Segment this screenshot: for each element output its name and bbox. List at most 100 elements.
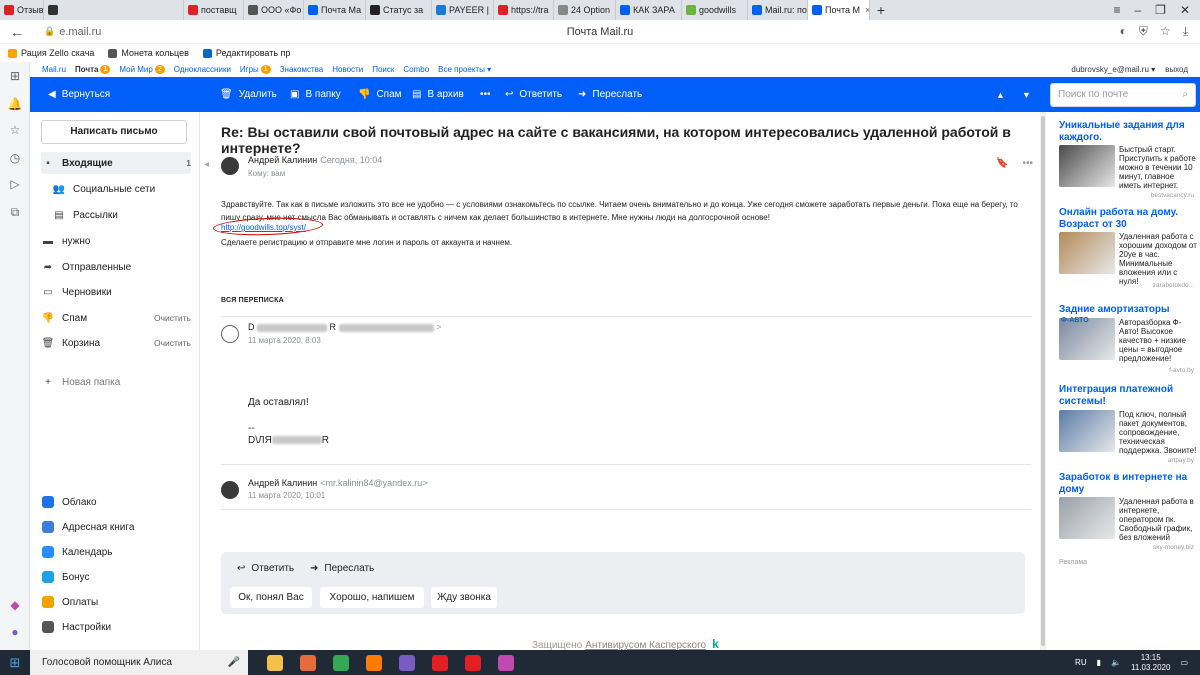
assistant-icon[interactable]: ● bbox=[7, 624, 23, 640]
browser-tab[interactable]: Почта М × bbox=[808, 0, 870, 20]
lock-icon[interactable]: 🔒 bbox=[44, 26, 55, 37]
portal-link[interactable]: Почта 1 bbox=[75, 65, 111, 74]
folder-item[interactable]: 🗑 Корзина Очистить bbox=[41, 332, 191, 354]
taskbar-app[interactable] bbox=[390, 650, 423, 675]
extension-icon[interactable]: ◐ bbox=[1120, 24, 1127, 39]
ad-image[interactable] bbox=[1059, 232, 1115, 274]
archive-button[interactable]: ▤ В архив bbox=[412, 89, 464, 100]
taskbar-app[interactable] bbox=[291, 650, 324, 675]
letter-sender[interactable]: Андрей Калинин Сегодня, 10:04 bbox=[248, 155, 382, 165]
service-link[interactable]: Оплаты bbox=[42, 593, 98, 611]
taskbar-app[interactable] bbox=[456, 650, 489, 675]
logout-link[interactable]: выход bbox=[1165, 65, 1188, 74]
service-link[interactable]: Адресная книга bbox=[42, 518, 134, 536]
new-tab-icon[interactable]: + bbox=[870, 0, 892, 20]
ad-title-link[interactable]: Уникальные задания для каждого. bbox=[1059, 120, 1199, 144]
folder-item[interactable]: 👥 Социальные сети bbox=[52, 178, 191, 200]
prev-letter-icon[interactable]: ▲ bbox=[996, 90, 1005, 100]
portal-link[interactable]: Mail.ru bbox=[42, 65, 66, 74]
folder-item[interactable]: ▪ Входящие 1 bbox=[41, 152, 191, 174]
browser-tab[interactable]: Статус за bbox=[366, 0, 432, 20]
ad-title-link[interactable]: Заработок в интернете на дому bbox=[1059, 472, 1199, 496]
avatar[interactable] bbox=[221, 325, 239, 343]
ad-image[interactable] bbox=[1059, 145, 1115, 187]
back-arrow-icon[interactable]: ← bbox=[10, 24, 34, 40]
download-icon[interactable]: ⤓ bbox=[1183, 24, 1188, 39]
volume-icon[interactable]: 🔈 bbox=[1111, 658, 1121, 667]
history-icon[interactable]: ◷ bbox=[7, 150, 23, 166]
quick-reply-button[interactable]: Жду звонка bbox=[431, 587, 497, 608]
bookmark-item[interactable]: Рация Zello скача bbox=[8, 48, 94, 58]
browser-tab[interactable]: Mail.ru: по bbox=[748, 0, 808, 20]
taskbar-app[interactable] bbox=[258, 650, 291, 675]
mail-search-input[interactable]: Поиск по почте ⌕ bbox=[1050, 83, 1196, 107]
language-indicator[interactable]: RU bbox=[1075, 658, 1087, 667]
screenshot-icon[interactable]: ⧉ bbox=[7, 204, 23, 220]
notifications-icon[interactable]: ▭ bbox=[1180, 658, 1188, 667]
browser-tab[interactable]: Почта Ма bbox=[304, 0, 366, 20]
maximize-icon[interactable]: ❐ bbox=[1155, 0, 1166, 20]
network-icon[interactable]: ▮ bbox=[1097, 658, 1101, 667]
folder-item[interactable]: ▤ Рассылки bbox=[52, 204, 191, 226]
account-menu[interactable]: dubrovsky_e@mail.ru ▾ bbox=[1071, 65, 1155, 74]
browser-tab[interactable] bbox=[44, 0, 184, 20]
spam-button[interactable]: 👎 Спам bbox=[358, 89, 402, 100]
letter-link[interactable]: http://goodwills.top/syst/ bbox=[221, 223, 306, 232]
move-to-folder-button[interactable]: ▣ В папку bbox=[290, 89, 341, 100]
browser-tab[interactable]: КАК ЗАРА bbox=[616, 0, 682, 20]
next-letter-icon[interactable]: ▼ bbox=[1022, 90, 1031, 100]
folder-item[interactable]: ▭ Черновики bbox=[41, 281, 191, 303]
more-icon[interactable]: ••• bbox=[1022, 158, 1033, 169]
clear-folder-button[interactable]: Очистить bbox=[154, 313, 191, 323]
browser-tab[interactable]: 24 Option bbox=[554, 0, 616, 20]
taskbar-app[interactable] bbox=[489, 650, 522, 675]
browser-tab[interactable]: https://tra bbox=[494, 0, 554, 20]
windows-start-icon[interactable]: ⊞ bbox=[0, 655, 30, 671]
play-icon[interactable]: ▷ bbox=[7, 176, 23, 192]
thread-sender[interactable]: Андрей Калинин <mr.kalinin84@yandex.ru> bbox=[248, 478, 427, 488]
forward-button[interactable]: ➜ Переслать bbox=[578, 89, 642, 100]
quick-reply-button[interactable]: Ок, понял Вас bbox=[230, 587, 312, 608]
folder-item[interactable]: ▬ нужно bbox=[41, 230, 191, 252]
minimize-icon[interactable]: – bbox=[1134, 0, 1141, 20]
alice-icon[interactable]: ◆ bbox=[7, 597, 23, 613]
url-field[interactable]: e.mail.ru bbox=[59, 26, 101, 38]
portal-link[interactable]: Новости bbox=[332, 65, 363, 74]
browser-tab[interactable]: ООО «Фо bbox=[244, 0, 304, 20]
clear-folder-button[interactable]: Очистить bbox=[154, 338, 191, 348]
taskbar-app[interactable] bbox=[423, 650, 456, 675]
folder-item[interactable]: 👎 Спам Очистить bbox=[41, 307, 191, 329]
collapse-icon[interactable]: ◂ bbox=[204, 159, 209, 170]
scrollbar[interactable] bbox=[1040, 112, 1046, 650]
ad-title-link[interactable]: Задние амортизаторы bbox=[1059, 304, 1199, 316]
microphone-icon[interactable]: 🎤 bbox=[228, 657, 240, 668]
portal-link[interactable]: Игры 1 bbox=[240, 65, 271, 74]
folder-item[interactable]: ➦ Отправленные bbox=[41, 256, 191, 278]
browser-tab[interactable]: PAYEER | bbox=[432, 0, 494, 20]
bookmark-star-icon[interactable]: ☆ bbox=[1160, 24, 1171, 39]
compose-button[interactable]: Написать письмо bbox=[41, 120, 187, 144]
flag-icon[interactable]: 🔖 bbox=[996, 158, 1008, 169]
portal-link[interactable]: Мой Мир 2 bbox=[119, 65, 165, 74]
portal-link[interactable]: Все проекты ▾ bbox=[438, 65, 491, 74]
clock[interactable]: 13:15 11.03.2020 bbox=[1131, 653, 1170, 673]
back-button[interactable]: ◀ Вернуться bbox=[48, 89, 110, 100]
browser-tab[interactable]: goodwills bbox=[682, 0, 748, 20]
ad-image[interactable] bbox=[1059, 318, 1115, 360]
portal-link[interactable]: Одноклассники bbox=[174, 65, 231, 74]
star-icon[interactable]: ☆ bbox=[7, 122, 23, 138]
new-folder-button[interactable]: + Новая папка bbox=[41, 371, 191, 393]
service-link[interactable]: Календарь bbox=[42, 543, 112, 561]
protect-icon[interactable]: ⛨ bbox=[1139, 24, 1148, 39]
more-button[interactable]: ••• bbox=[480, 89, 491, 100]
notifications-icon[interactable]: 🔔 bbox=[7, 96, 23, 112]
ad-title-link[interactable]: Интеграция платежной системы! bbox=[1059, 384, 1199, 408]
thread-sender[interactable]: D R > bbox=[248, 322, 441, 332]
grid-icon[interactable]: ⊞ bbox=[7, 68, 23, 84]
bookmark-item[interactable]: Монета кольцев bbox=[108, 48, 189, 58]
service-link[interactable]: Облако bbox=[42, 493, 97, 511]
reply-button[interactable]: ↩ Ответить bbox=[505, 89, 562, 100]
portal-link[interactable]: Знакомства bbox=[280, 65, 324, 74]
scrollbar-thumb[interactable] bbox=[1041, 116, 1045, 646]
avatar[interactable] bbox=[221, 157, 239, 175]
